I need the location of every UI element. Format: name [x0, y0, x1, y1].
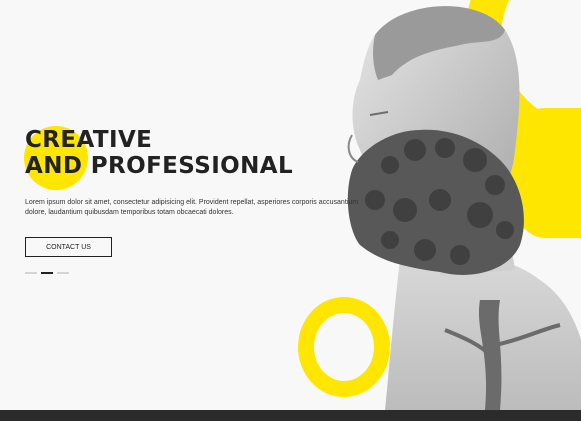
slider-dot-1[interactable]: [25, 272, 37, 274]
slider-dot-2[interactable]: [41, 272, 53, 274]
headline-line-1: CREATIVE: [25, 127, 153, 153]
hero-description: Lorem ipsum dolor sit amet, consectetur …: [25, 199, 359, 216]
hero-headline: CREATIVE AND PROFESSIONAL: [25, 127, 293, 179]
slider-dot-3[interactable]: [57, 272, 69, 274]
slider-pagination: [25, 272, 69, 274]
contact-us-button[interactable]: CONTACT US: [25, 237, 112, 257]
headline-line-2: AND PROFESSIONAL: [25, 153, 294, 179]
decorative-ring-bottom: [298, 297, 390, 397]
footer-bar: [0, 410, 581, 421]
hero-section: CREATIVE AND PROFESSIONAL Lorem ipsum do…: [0, 0, 581, 410]
